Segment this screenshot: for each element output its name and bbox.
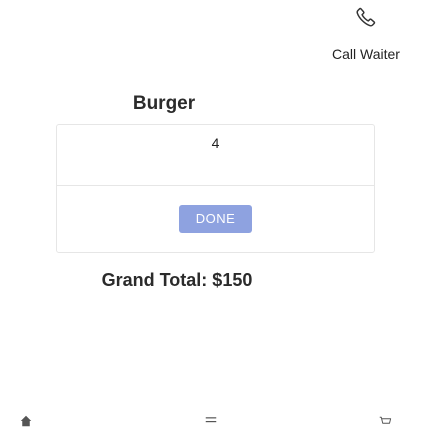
nav-item-home[interactable] xyxy=(18,415,34,437)
call-waiter-button[interactable]: Call Waiter xyxy=(311,6,421,62)
quantity-value: 4 xyxy=(211,135,220,151)
grand-total: Grand Total: $150 xyxy=(101,270,253,290)
nav-item-cart[interactable] xyxy=(376,415,394,437)
bottom-nav xyxy=(0,415,435,437)
order-card: 4 DONE xyxy=(56,124,375,253)
menu-icon xyxy=(205,417,217,423)
home-icon xyxy=(20,415,32,427)
done-button[interactable]: DONE xyxy=(179,205,252,233)
cart-icon xyxy=(379,416,392,424)
nav-item-menu[interactable] xyxy=(203,415,219,437)
call-waiter-label: Call Waiter xyxy=(332,46,400,62)
quantity-field[interactable]: 4 xyxy=(57,125,374,186)
phone-icon xyxy=(356,7,376,27)
item-title: Burger xyxy=(132,93,196,114)
